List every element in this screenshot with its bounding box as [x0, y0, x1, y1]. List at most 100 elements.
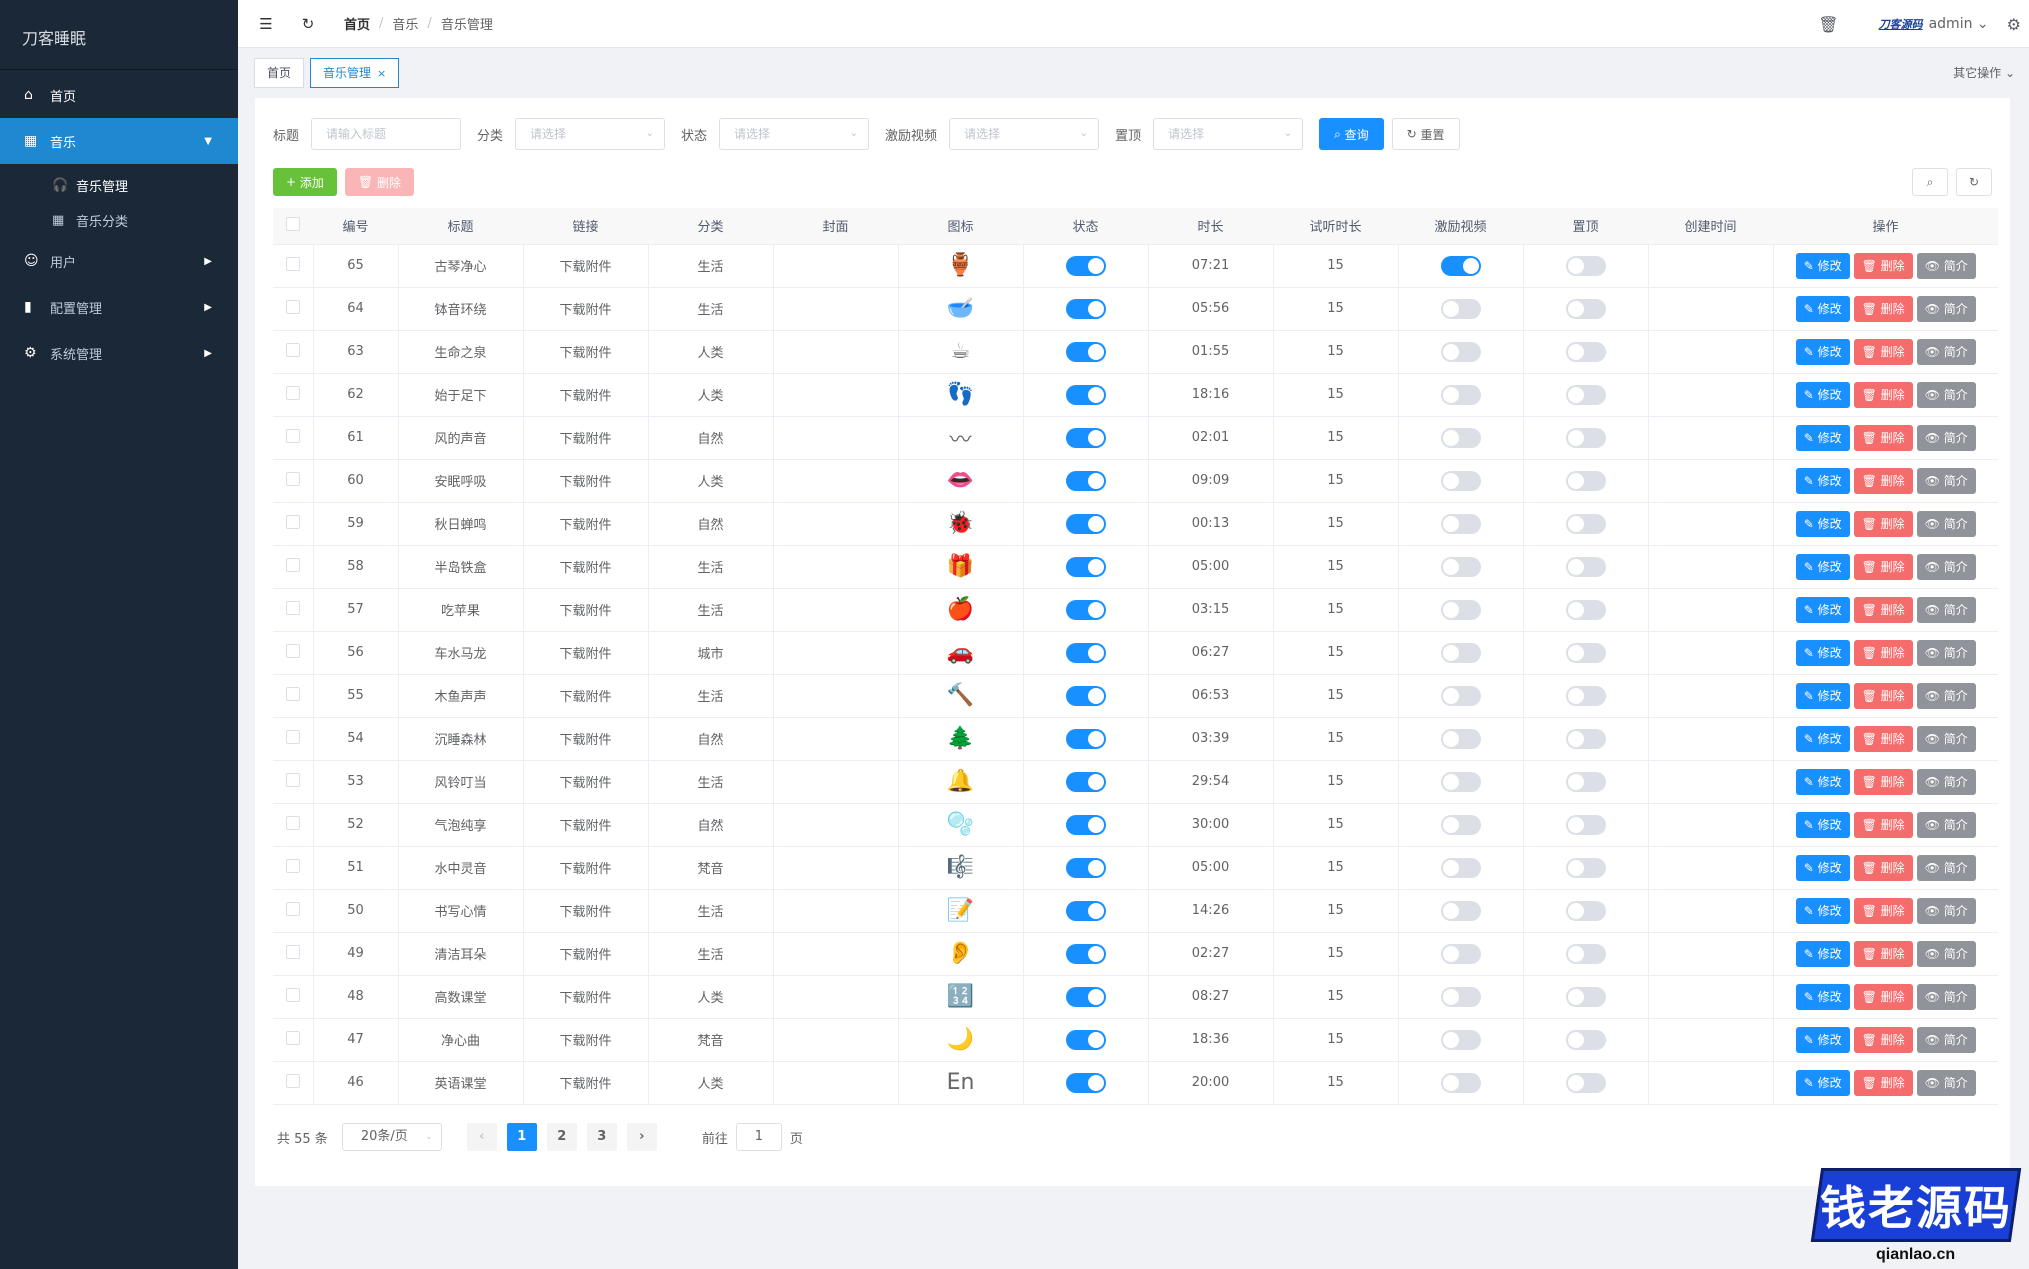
video-switch[interactable] — [1440, 470, 1481, 491]
info-button[interactable]: 👁 简介 — [1916, 940, 1976, 967]
video-switch[interactable] — [1440, 427, 1481, 448]
top-select[interactable]: 请选择 ⌄ — [1153, 118, 1304, 150]
cell-link[interactable]: 下载附件 — [523, 545, 649, 589]
delete-button[interactable]: 🗑 删除 — [1853, 725, 1913, 752]
status-switch[interactable] — [1065, 556, 1106, 577]
cell-link[interactable]: 下载附件 — [523, 846, 649, 890]
row-checkbox[interactable] — [285, 815, 300, 830]
status-switch[interactable] — [1065, 986, 1106, 1007]
row-checkbox-cell[interactable] — [273, 975, 314, 1019]
edit-button[interactable]: ✎ 修改 — [1795, 639, 1850, 666]
delete-button[interactable]: 🗑 删除 — [1853, 1026, 1913, 1053]
top-switch[interactable] — [1565, 1029, 1606, 1050]
delete-button[interactable]: 🗑 删除 — [1853, 983, 1913, 1010]
row-checkbox-cell[interactable] — [273, 717, 314, 761]
row-checkbox[interactable] — [285, 1073, 300, 1088]
delete-button[interactable]: 🗑 删除 — [1853, 596, 1913, 623]
page-button[interactable]: 1 — [506, 1123, 537, 1151]
video-switch[interactable] — [1440, 341, 1481, 362]
row-checkbox-cell[interactable] — [273, 631, 314, 675]
video-switch[interactable] — [1440, 900, 1481, 921]
search-button[interactable]: ⌕ 查询 — [1319, 118, 1384, 150]
info-button[interactable]: 👁 简介 — [1916, 639, 1976, 666]
settings-icon[interactable]: ⚙ — [2007, 15, 2021, 34]
row-checkbox-cell[interactable] — [273, 760, 314, 804]
cell-link[interactable]: 下载附件 — [523, 287, 649, 331]
top-switch[interactable] — [1565, 771, 1606, 792]
edit-button[interactable]: ✎ 修改 — [1795, 940, 1850, 967]
row-checkbox[interactable] — [285, 471, 300, 486]
select-all-checkbox-cell[interactable] — [273, 208, 313, 245]
sidebar-subitem-music-manage[interactable]: 🎧 音乐管理 — [0, 168, 238, 203]
video-switch[interactable] — [1440, 728, 1481, 749]
goto-page-input[interactable]: 1 — [735, 1123, 782, 1151]
row-checkbox[interactable] — [285, 514, 300, 529]
edit-button[interactable]: ✎ 修改 — [1795, 252, 1850, 279]
video-switch[interactable] — [1440, 642, 1481, 663]
info-button[interactable]: 👁 简介 — [1916, 424, 1976, 451]
trash-icon[interactable]: 🗑 — [1818, 15, 1838, 34]
delete-button[interactable]: 🗑 删除 — [1853, 940, 1913, 967]
cell-link[interactable]: 下载附件 — [523, 803, 649, 847]
status-switch[interactable] — [1065, 1072, 1106, 1093]
info-button[interactable]: 👁 简介 — [1916, 1026, 1976, 1053]
video-switch[interactable] — [1440, 556, 1481, 577]
top-switch[interactable] — [1565, 857, 1606, 878]
cell-link[interactable]: 下载附件 — [523, 459, 649, 503]
top-switch[interactable] — [1565, 427, 1606, 448]
video-select[interactable]: 请选择 ⌄ — [949, 118, 1100, 150]
info-button[interactable]: 👁 简介 — [1916, 682, 1976, 709]
sidebar-item-config[interactable]: ▮ 配置管理 ▶ — [0, 284, 238, 330]
info-button[interactable]: 👁 简介 — [1916, 596, 1976, 623]
top-switch[interactable] — [1565, 384, 1606, 405]
reset-button[interactable]: ↻ 重置 — [1391, 118, 1460, 150]
top-switch[interactable] — [1565, 642, 1606, 663]
top-switch[interactable] — [1565, 599, 1606, 620]
info-button[interactable]: 👁 简介 — [1916, 381, 1976, 408]
delete-button[interactable]: 🗑 删除 — [1853, 811, 1913, 838]
edit-button[interactable]: ✎ 修改 — [1795, 682, 1850, 709]
row-checkbox[interactable] — [285, 299, 300, 314]
edit-button[interactable]: ✎ 修改 — [1795, 897, 1850, 924]
info-button[interactable]: 👁 简介 — [1916, 467, 1976, 494]
video-switch[interactable] — [1440, 1029, 1481, 1050]
cell-link[interactable]: 下载附件 — [523, 502, 649, 546]
close-icon[interactable]: × — [377, 67, 386, 80]
info-button[interactable]: 👁 简介 — [1916, 768, 1976, 795]
row-checkbox-cell[interactable] — [273, 416, 314, 460]
toggle-search-button[interactable]: ⌕ — [1912, 168, 1948, 196]
top-switch[interactable] — [1565, 255, 1606, 276]
status-switch[interactable] — [1065, 384, 1106, 405]
delete-button[interactable]: 🗑 删除 — [1853, 768, 1913, 795]
status-switch[interactable] — [1065, 857, 1106, 878]
select-all-checkbox[interactable] — [286, 216, 300, 231]
title-input[interactable]: 请输入标题 — [311, 118, 462, 150]
video-switch[interactable] — [1440, 298, 1481, 319]
delete-button[interactable]: 🗑 删除 — [1853, 338, 1913, 365]
sidebar-subitem-music-category[interactable]: ▦ 音乐分类 — [0, 203, 238, 238]
edit-button[interactable]: ✎ 修改 — [1795, 725, 1850, 752]
batch-delete-button[interactable]: 🗑 删除 — [344, 168, 414, 196]
status-switch[interactable] — [1065, 599, 1106, 620]
other-operations-dropdown[interactable]: 其它操作 ⌄ — [1953, 64, 2015, 81]
top-switch[interactable] — [1565, 943, 1606, 964]
row-checkbox[interactable] — [285, 557, 300, 572]
sidebar-item-system[interactable]: ⚙ 系统管理 ▶ — [0, 330, 238, 376]
top-switch[interactable] — [1565, 470, 1606, 491]
status-switch[interactable] — [1065, 341, 1106, 362]
info-button[interactable]: 👁 简介 — [1916, 338, 1976, 365]
row-checkbox[interactable] — [285, 729, 300, 744]
video-switch[interactable] — [1440, 384, 1481, 405]
top-switch[interactable] — [1565, 341, 1606, 362]
edit-button[interactable]: ✎ 修改 — [1795, 983, 1850, 1010]
video-switch[interactable] — [1440, 771, 1481, 792]
sidebar-item-home[interactable]: ⌂ 首页 — [0, 72, 238, 118]
cell-link[interactable]: 下载附件 — [523, 631, 649, 675]
info-button[interactable]: 👁 简介 — [1916, 295, 1976, 322]
refresh-table-button[interactable]: ↻ — [1956, 168, 1992, 196]
info-button[interactable]: 👁 简介 — [1916, 983, 1976, 1010]
delete-button[interactable]: 🗑 删除 — [1853, 424, 1913, 451]
video-switch[interactable] — [1440, 986, 1481, 1007]
row-checkbox-cell[interactable] — [273, 889, 314, 933]
cell-link[interactable]: 下载附件 — [523, 330, 649, 374]
